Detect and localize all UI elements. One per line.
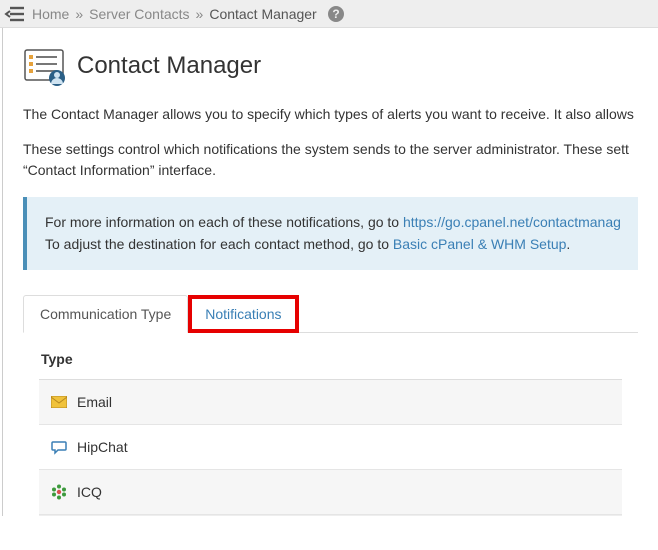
row-label: HipChat [77, 439, 128, 455]
info-link-docs[interactable]: https://go.cpanel.net/contactmanag [403, 214, 620, 230]
menu-icon[interactable] [4, 5, 26, 23]
tab-communication-type[interactable]: Communication Type [23, 295, 188, 333]
info-box: For more information on each of these no… [23, 197, 638, 270]
page-title: Contact Manager [77, 52, 261, 80]
table-row: ICQ [39, 470, 622, 515]
communication-type-table: Type Email HipChat [23, 351, 638, 516]
breadcrumb-current: Contact Manager [209, 6, 316, 22]
tab-notifications[interactable]: Notifications [188, 295, 298, 333]
intro-paragraph-1: The Contact Manager allows you to specif… [23, 104, 638, 125]
breadcrumb: Home » Server Contacts » Contact Manager… [32, 5, 345, 23]
row-label: Email [77, 394, 112, 410]
contact-manager-icon [23, 46, 67, 86]
top-bar: Home » Server Contacts » Contact Manager… [0, 0, 658, 28]
row-label: ICQ [77, 484, 102, 500]
info-text: To adjust the destination for each conta… [45, 236, 393, 252]
svg-text:?: ? [332, 7, 339, 21]
column-header-type: Type [39, 351, 622, 380]
info-text: For more information on each of these no… [45, 214, 403, 230]
table-row: HipChat [39, 425, 622, 470]
table-row: Email [39, 380, 622, 425]
table-footer-sep [39, 515, 622, 516]
hipchat-icon [51, 439, 67, 455]
help-icon[interactable]: ? [327, 5, 345, 23]
breadcrumb-home[interactable]: Home [32, 6, 69, 22]
breadcrumb-sep: » [75, 6, 83, 22]
tab-bar: Communication Type Notifications [23, 294, 638, 333]
breadcrumb-server-contacts[interactable]: Server Contacts [89, 6, 189, 22]
breadcrumb-sep: » [196, 6, 204, 22]
main-content: Contact Manager The Contact Manager allo… [2, 28, 658, 516]
intro-paragraph-2: These settings control which notificatio… [23, 139, 638, 181]
email-icon [51, 394, 67, 410]
icq-icon [51, 484, 67, 500]
info-link-basic-setup[interactable]: Basic cPanel & WHM Setup [393, 236, 567, 252]
info-text: . [566, 236, 570, 252]
page-header: Contact Manager [23, 46, 638, 86]
intro-text: The Contact Manager allows you to specif… [23, 104, 638, 181]
